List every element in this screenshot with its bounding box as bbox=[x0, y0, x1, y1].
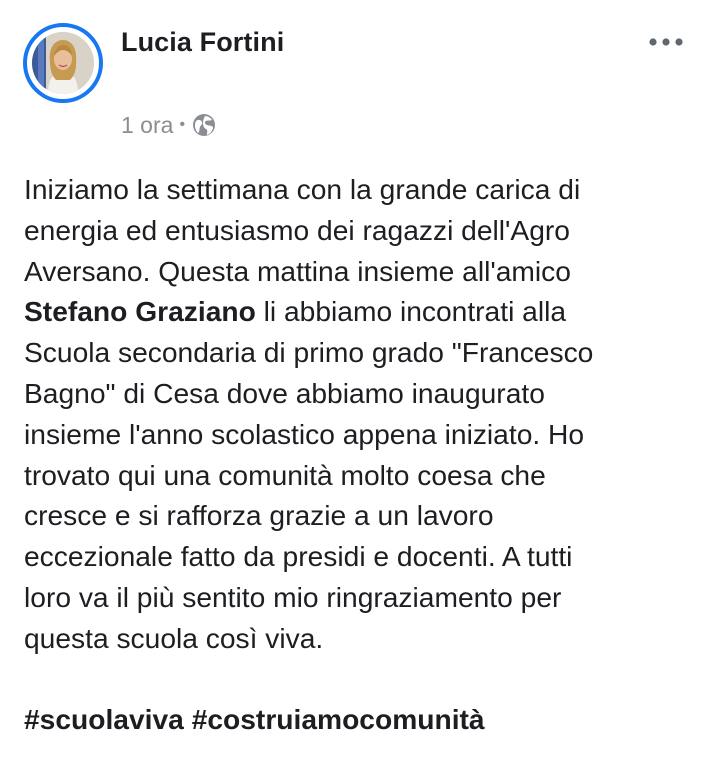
post-line: cresce e si rafforza grazie a un lavoro bbox=[24, 499, 494, 532]
post-text: Iniziamo la settimana con la grande cari… bbox=[24, 169, 704, 740]
hashtag-link[interactable]: #costruiamocomunità bbox=[192, 703, 485, 735]
post-line: insieme l'anno scolastico appena iniziat… bbox=[24, 417, 585, 450]
post-line: Aversano. Questa mattina insieme all'ami… bbox=[24, 254, 571, 287]
post-line: questa scuola così viva. bbox=[24, 621, 324, 654]
post-line: Iniziamo la settimana con la grande cari… bbox=[24, 173, 581, 205]
post-line: loro va il più sentito mio ringraziament… bbox=[24, 580, 562, 613]
hashtag-link[interactable]: #scuolaviva bbox=[24, 703, 184, 735]
post-line: energia ed entusiasmo dei ragazzi dell'A… bbox=[24, 213, 570, 246]
post-line: eccezionale fatto da presidi e docenti. … bbox=[24, 540, 573, 573]
post-line-with-mention: Stefano Graziano li abbiamo incontrati a… bbox=[24, 291, 704, 332]
profile-photo-icon bbox=[32, 32, 94, 94]
avatar-story-ring[interactable] bbox=[23, 23, 103, 103]
post-timestamp[interactable]: 1 ora bbox=[121, 112, 173, 139]
avatar[interactable] bbox=[32, 32, 94, 94]
post-line: Bagno" di Cesa dove abbiamo inaugurato bbox=[24, 376, 545, 409]
post-card: Lucia Fortini 1 ora • Iniziamo la settim… bbox=[0, 0, 720, 773]
post-line: Scuola secondaria di primo grado "France… bbox=[24, 336, 594, 369]
post-line-tail: li abbiamo incontrati alla bbox=[255, 295, 567, 328]
post-line: trovato qui una comunità molto coesa che bbox=[24, 458, 546, 491]
more-options-button[interactable] bbox=[646, 30, 686, 54]
mention-link[interactable]: Stefano Graziano bbox=[24, 295, 256, 327]
author-name[interactable]: Lucia Fortini bbox=[121, 27, 284, 58]
meta-separator: • bbox=[179, 116, 186, 133]
post-meta: 1 ora • bbox=[121, 110, 217, 140]
more-horizontal-icon bbox=[649, 38, 683, 46]
globe-icon[interactable] bbox=[191, 112, 217, 138]
hashtag-line: #scuolaviva #costruiamocomunità bbox=[24, 699, 704, 740]
